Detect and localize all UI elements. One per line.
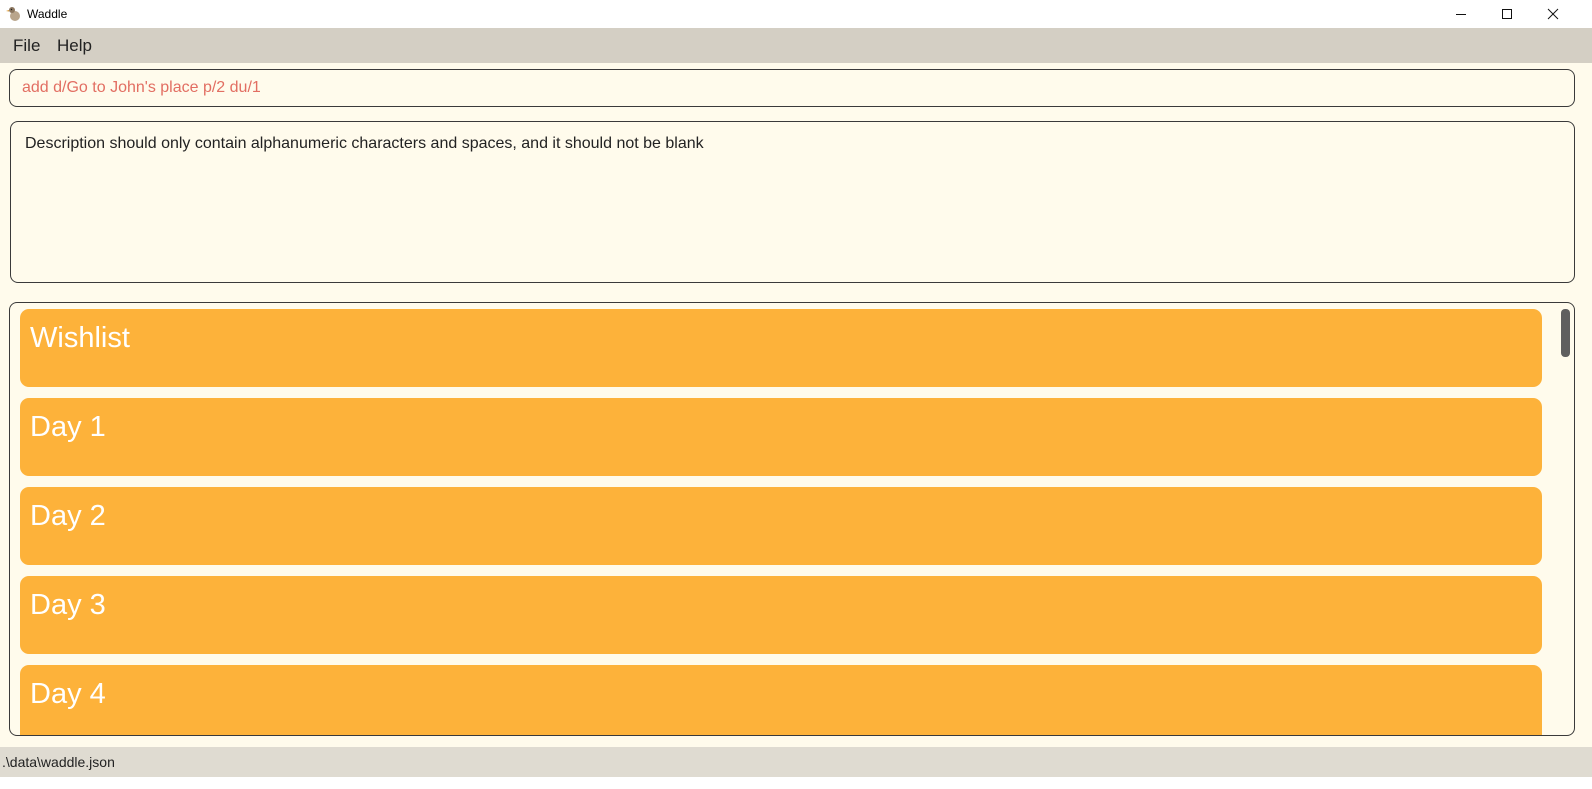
itinerary-list-content: Wishlist Day 1 Day 2 Day 3 Day 4 — [20, 309, 1542, 735]
result-message: Description should only contain alphanum… — [25, 135, 704, 152]
menu-file[interactable]: File — [13, 36, 40, 56]
menu-bar: File Help — [0, 28, 1592, 63]
minimize-button[interactable] — [1438, 0, 1484, 28]
list-item-day-2[interactable]: Day 2 — [20, 487, 1542, 565]
title-bar: Waddle — [0, 0, 1592, 28]
maximize-icon — [1502, 9, 1512, 19]
status-bar: .\data\waddle.json — [0, 747, 1592, 777]
window-bottom-edge — [0, 777, 1592, 789]
list-item-label: Wishlist — [30, 322, 130, 354]
minimize-icon — [1456, 14, 1466, 15]
close-button[interactable] — [1530, 0, 1576, 28]
scrollbar-thumb[interactable] — [1561, 309, 1570, 357]
list-item-label: Day 4 — [30, 678, 106, 710]
list-item-day-4[interactable]: Day 4 — [20, 665, 1542, 735]
list-item-day-1[interactable]: Day 1 — [20, 398, 1542, 476]
maximize-button[interactable] — [1484, 0, 1530, 28]
list-item-label: Day 2 — [30, 500, 106, 532]
itinerary-list[interactable]: Wishlist Day 1 Day 2 Day 3 Day 4 — [9, 302, 1575, 736]
command-box — [9, 69, 1575, 107]
result-display: Description should only contain alphanum… — [10, 121, 1575, 283]
list-item-label: Day 3 — [30, 589, 106, 621]
menu-help[interactable]: Help — [57, 36, 92, 56]
command-input[interactable] — [22, 70, 1562, 106]
list-item-day-3[interactable]: Day 3 — [20, 576, 1542, 654]
list-item-label: Day 1 — [30, 411, 106, 443]
list-item-wishlist[interactable]: Wishlist — [20, 309, 1542, 387]
close-icon — [1547, 8, 1559, 20]
window-title: Waddle — [27, 7, 68, 21]
app-logo-icon — [6, 7, 20, 21]
save-file-path: .\data\waddle.json — [2, 754, 115, 770]
